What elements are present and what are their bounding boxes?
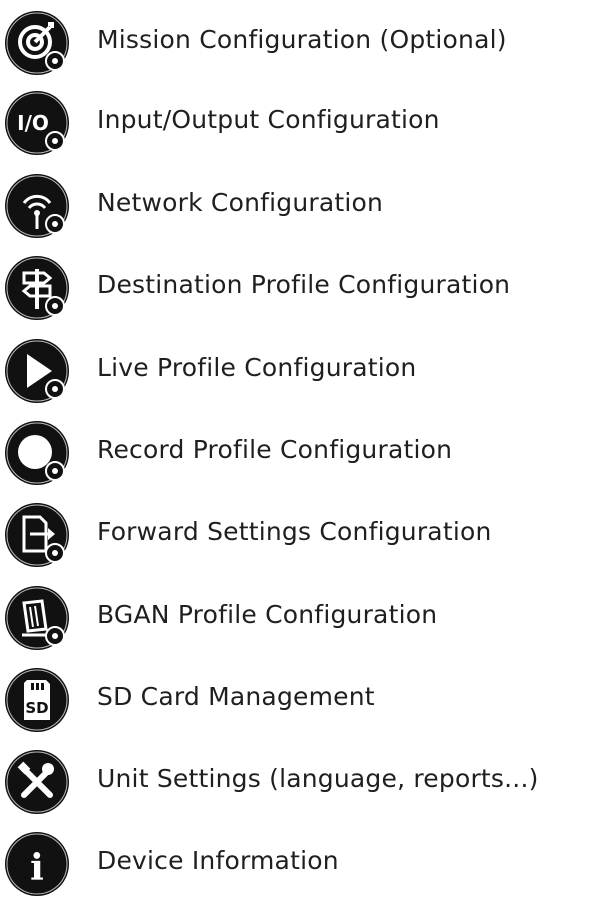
menu-item-input-output-configuration[interactable]: I/O Input/Output Configuration bbox=[0, 80, 591, 162]
menu-item-label: Forward Settings Configuration bbox=[97, 517, 492, 546]
sd-card-icon: SD bbox=[4, 667, 70, 733]
menu-item-network-configuration[interactable]: Network Configuration bbox=[0, 163, 591, 245]
menu-item-live-profile-configuration[interactable]: Live Profile Configuration bbox=[0, 328, 591, 410]
menu-item-destination-profile-configuration[interactable]: Destination Profile Configuration bbox=[0, 245, 591, 327]
menu-item-label: Destination Profile Configuration bbox=[97, 270, 511, 299]
network-wifi-icon bbox=[4, 173, 70, 239]
menu-item-bgan-profile-configuration[interactable]: BGAN Profile Configuration bbox=[0, 575, 591, 657]
menu-item-label: Live Profile Configuration bbox=[97, 353, 417, 382]
menu-item-sd-card-management[interactable]: SD SD Card Management bbox=[0, 657, 591, 739]
info-icon-text: i bbox=[30, 847, 44, 889]
menu-item-label: Input/Output Configuration bbox=[97, 105, 440, 134]
record-circle-icon bbox=[4, 420, 70, 486]
live-play-icon bbox=[4, 338, 70, 404]
menu-item-record-profile-configuration[interactable]: Record Profile Configuration bbox=[0, 410, 591, 492]
menu-item-label: BGAN Profile Configuration bbox=[97, 600, 438, 629]
info-icon: i bbox=[4, 831, 70, 897]
configuration-menu: Mission Configuration (Optional) I/O Inp… bbox=[0, 0, 591, 898]
menu-item-label: Record Profile Configuration bbox=[97, 435, 453, 464]
menu-item-label: Unit Settings (language, reports...) bbox=[97, 764, 539, 793]
menu-item-label: SD Card Management bbox=[97, 682, 375, 711]
menu-item-label: Device Information bbox=[97, 846, 339, 875]
destination-signpost-icon bbox=[4, 255, 70, 321]
io-icon-text: I/O bbox=[17, 111, 49, 135]
menu-item-label: Network Configuration bbox=[97, 188, 384, 217]
forward-file-icon bbox=[4, 502, 70, 568]
menu-item-unit-settings[interactable]: Unit Settings (language, reports...) bbox=[0, 739, 591, 821]
tools-icon bbox=[4, 749, 70, 815]
menu-item-forward-settings-configuration[interactable]: Forward Settings Configuration bbox=[0, 492, 591, 574]
input-output-icon: I/O bbox=[4, 90, 70, 156]
menu-item-label: Mission Configuration (Optional) bbox=[97, 25, 507, 54]
menu-item-mission-configuration[interactable]: Mission Configuration (Optional) bbox=[0, 0, 591, 82]
menu-item-device-information[interactable]: i Device Information bbox=[0, 821, 591, 903]
bgan-antenna-icon bbox=[4, 585, 70, 651]
mission-target-icon bbox=[4, 10, 70, 76]
sd-icon-text: SD bbox=[25, 699, 48, 717]
